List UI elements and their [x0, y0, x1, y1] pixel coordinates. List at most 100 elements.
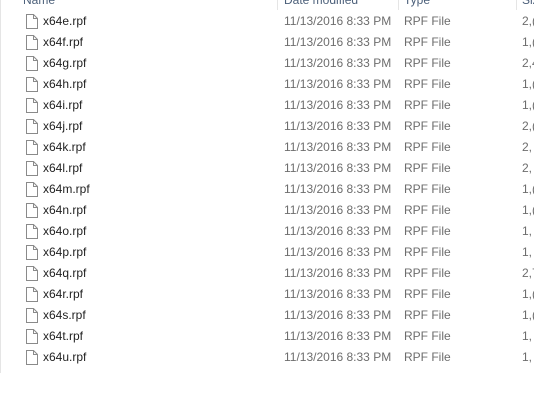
file-row[interactable]: x64t.rpf 11/13/2016 8:33 PM RPF File 1,	[1, 326, 534, 347]
file-name: x64t.rpf	[43, 329, 84, 343]
file-name: x64o.rpf	[43, 224, 87, 238]
file-date-modified: 11/13/2016 8:33 PM	[284, 287, 392, 301]
file-name: x64h.rpf	[43, 77, 87, 91]
file-date-modified: 11/13/2016 8:33 PM	[284, 14, 392, 28]
column-header-row: Name Date modified Type Siz	[1, 0, 534, 10]
column-header-date-modified[interactable]: Date modified	[284, 0, 394, 8]
file-type: RPF File	[404, 245, 451, 259]
file-size: 2,	[522, 140, 533, 154]
file-icon	[26, 245, 38, 260]
column-header-size[interactable]: Siz	[522, 0, 534, 8]
file-icon	[26, 56, 38, 71]
file-icon	[26, 308, 38, 323]
file-rows: x64e.rpf 11/13/2016 8:33 PM RPF File 2,(…	[1, 11, 534, 368]
file-date-modified: 11/13/2016 8:33 PM	[284, 203, 392, 217]
file-icon	[26, 161, 38, 176]
file-row[interactable]: x64f.rpf 11/13/2016 8:33 PM RPF File 1,(	[1, 32, 534, 53]
file-row[interactable]: x64e.rpf 11/13/2016 8:33 PM RPF File 2,(	[1, 11, 534, 32]
file-date-modified: 11/13/2016 8:33 PM	[284, 182, 392, 196]
file-icon	[26, 98, 38, 113]
column-divider[interactable]	[398, 0, 399, 10]
file-icon	[26, 203, 38, 218]
file-size: 1,(	[522, 308, 534, 322]
file-row[interactable]: x64i.rpf 11/13/2016 8:33 PM RPF File 1,(	[1, 95, 534, 116]
file-type: RPF File	[404, 308, 451, 322]
file-size: 1,(	[522, 182, 534, 196]
file-name: x64m.rpf	[43, 182, 90, 196]
file-size: 1,	[522, 224, 533, 238]
file-name: x64p.rpf	[43, 245, 87, 259]
file-type: RPF File	[404, 77, 451, 91]
file-icon	[26, 329, 38, 344]
file-size: 2,	[522, 161, 533, 175]
file-date-modified: 11/13/2016 8:33 PM	[284, 308, 392, 322]
file-size: 1,(	[522, 35, 534, 49]
column-header-type[interactable]: Type	[404, 0, 514, 8]
file-row[interactable]: x64g.rpf 11/13/2016 8:33 PM RPF File 2,4	[1, 53, 534, 74]
file-name: x64s.rpf	[43, 308, 86, 322]
file-icon	[26, 14, 38, 29]
file-name: x64l.rpf	[43, 161, 83, 175]
file-type: RPF File	[404, 140, 451, 154]
file-date-modified: 11/13/2016 8:33 PM	[284, 119, 392, 133]
file-icon	[26, 287, 38, 302]
file-date-modified: 11/13/2016 8:33 PM	[284, 35, 392, 49]
file-date-modified: 11/13/2016 8:33 PM	[284, 77, 392, 91]
file-name: x64f.rpf	[43, 35, 84, 49]
file-row[interactable]: x64u.rpf 11/13/2016 8:33 PM RPF File 1,	[1, 347, 534, 368]
file-icon	[26, 350, 38, 365]
file-name: x64e.rpf	[43, 14, 87, 28]
file-date-modified: 11/13/2016 8:33 PM	[284, 161, 392, 175]
column-divider[interactable]	[516, 0, 517, 10]
file-row[interactable]: x64o.rpf 11/13/2016 8:33 PM RPF File 1,	[1, 221, 534, 242]
file-size: 2,7	[522, 266, 534, 280]
file-size: 1,	[522, 245, 533, 259]
file-date-modified: 11/13/2016 8:33 PM	[284, 98, 392, 112]
file-size: 1,	[522, 329, 533, 343]
file-type: RPF File	[404, 266, 451, 280]
file-name: x64u.rpf	[43, 350, 87, 364]
file-size: 2,4	[522, 56, 534, 70]
file-row[interactable]: x64m.rpf 11/13/2016 8:33 PM RPF File 1,(	[1, 179, 534, 200]
file-row[interactable]: x64p.rpf 11/13/2016 8:33 PM RPF File 1,	[1, 242, 534, 263]
file-size: 1,(	[522, 98, 534, 112]
file-size: 2,(	[522, 14, 534, 28]
file-row[interactable]: x64k.rpf 11/13/2016 8:33 PM RPF File 2,	[1, 137, 534, 158]
file-name: x64n.rpf	[43, 203, 87, 217]
file-row[interactable]: x64l.rpf 11/13/2016 8:33 PM RPF File 2,	[1, 158, 534, 179]
file-icon	[26, 182, 38, 197]
file-date-modified: 11/13/2016 8:33 PM	[284, 245, 392, 259]
file-name: x64j.rpf	[43, 119, 83, 133]
column-divider[interactable]	[277, 0, 278, 10]
file-size: 2,(	[522, 119, 534, 133]
file-type: RPF File	[404, 161, 451, 175]
column-header-name[interactable]: Name	[23, 0, 273, 8]
file-row[interactable]: x64h.rpf 11/13/2016 8:33 PM RPF File 1,(	[1, 74, 534, 95]
file-size: 1,(	[522, 203, 534, 217]
file-type: RPF File	[404, 203, 451, 217]
file-date-modified: 11/13/2016 8:33 PM	[284, 329, 392, 343]
file-row[interactable]: x64n.rpf 11/13/2016 8:33 PM RPF File 1,(	[1, 200, 534, 221]
file-row[interactable]: x64j.rpf 11/13/2016 8:33 PM RPF File 2,(	[1, 116, 534, 137]
file-row[interactable]: x64q.rpf 11/13/2016 8:33 PM RPF File 2,7	[1, 263, 534, 284]
file-type: RPF File	[404, 182, 451, 196]
file-size: 1,(	[522, 287, 534, 301]
file-type: RPF File	[404, 14, 451, 28]
file-type: RPF File	[404, 119, 451, 133]
file-type: RPF File	[404, 56, 451, 70]
file-date-modified: 11/13/2016 8:33 PM	[284, 266, 392, 280]
file-type: RPF File	[404, 350, 451, 364]
file-type: RPF File	[404, 35, 451, 49]
file-name: x64r.rpf	[43, 287, 84, 301]
file-icon	[26, 224, 38, 239]
file-row[interactable]: x64s.rpf 11/13/2016 8:33 PM RPF File 1,(	[1, 305, 534, 326]
file-icon	[26, 119, 38, 134]
file-row[interactable]: x64r.rpf 11/13/2016 8:33 PM RPF File 1,(	[1, 284, 534, 305]
file-type: RPF File	[404, 287, 451, 301]
file-icon	[26, 266, 38, 281]
file-type: RPF File	[404, 224, 451, 238]
file-date-modified: 11/13/2016 8:33 PM	[284, 56, 392, 70]
file-size: 1,	[522, 350, 533, 364]
file-icon	[26, 77, 38, 92]
file-name: x64g.rpf	[43, 56, 87, 70]
